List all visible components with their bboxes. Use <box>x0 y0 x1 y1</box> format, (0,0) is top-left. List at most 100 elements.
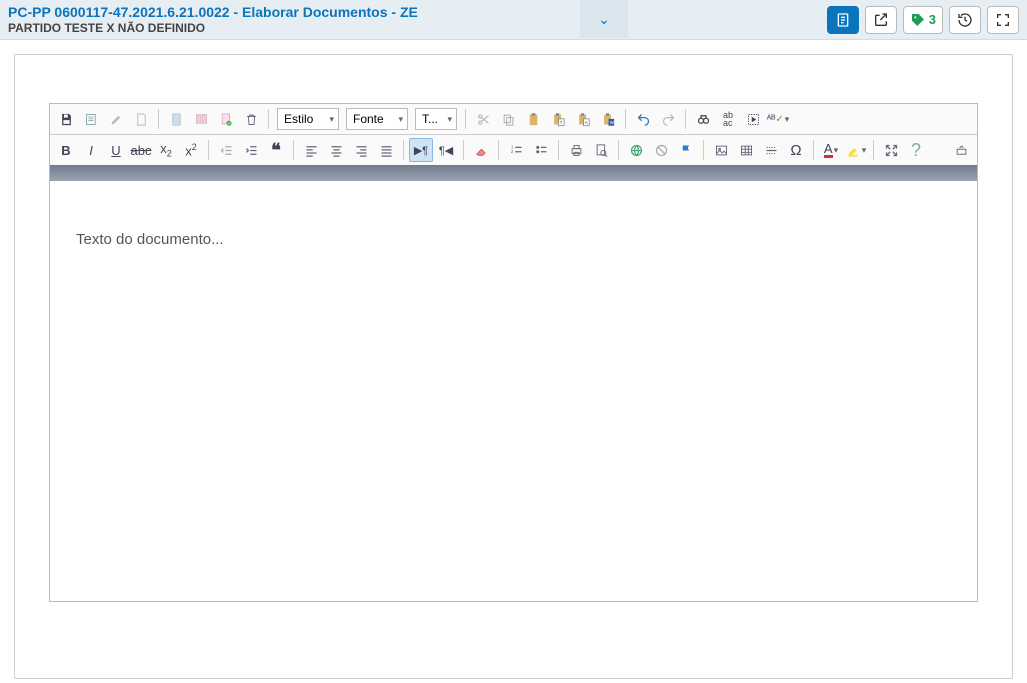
collapse-toolbar-button[interactable] <box>949 138 973 162</box>
redo-icon <box>661 112 676 127</box>
align-right-button[interactable] <box>349 138 373 162</box>
doc-ok-button[interactable] <box>214 107 238 131</box>
anchor-button[interactable] <box>674 138 698 162</box>
document-placeholder: Texto do documento... <box>76 231 951 248</box>
blockquote-button[interactable]: ❝ <box>264 138 288 162</box>
font-combo[interactable]: Fonte <box>346 108 408 130</box>
ltr-icon: ▶¶ <box>414 144 428 157</box>
strike-icon: abc <box>131 143 152 158</box>
tag-button[interactable]: 3 <box>903 6 943 34</box>
find-button[interactable] <box>691 107 715 131</box>
align-justify-icon <box>379 143 394 158</box>
rtl-button[interactable]: ¶◀ <box>434 138 458 162</box>
hr-button[interactable] <box>759 138 783 162</box>
special-char-button[interactable]: Ω <box>784 138 808 162</box>
template-button[interactable] <box>164 107 188 131</box>
indent-button[interactable] <box>239 138 263 162</box>
clipboard-text-icon: T <box>551 112 566 127</box>
style-combo[interactable]: Estilo <box>277 108 339 130</box>
header-left: PC-PP 0600117-47.2021.6.21.0022 - Elabor… <box>8 4 827 35</box>
history-icon <box>957 12 973 28</box>
flag-icon <box>679 143 694 158</box>
separator <box>813 140 814 160</box>
doc-button[interactable] <box>129 107 153 131</box>
align-justify-button[interactable] <box>374 138 398 162</box>
spellcheck-icon: ᴬᴮ✓ <box>767 114 784 125</box>
clipboard-a-icon: A <box>576 112 591 127</box>
book-button[interactable] <box>189 107 213 131</box>
help-icon: ? <box>911 140 921 161</box>
unlink-button[interactable] <box>649 138 673 162</box>
link-button[interactable] <box>624 138 648 162</box>
preview-button[interactable] <box>589 138 613 162</box>
document-area[interactable]: Texto do documento... <box>50 181 977 601</box>
bold-button[interactable]: B <box>54 138 78 162</box>
separator <box>465 109 466 129</box>
editor-card: Estilo Fonte T... T A W abac ᴬᴮ✓▾ B I U … <box>14 54 1013 679</box>
paste-word-button[interactable]: W <box>596 107 620 131</box>
italic-button[interactable]: I <box>79 138 103 162</box>
save-icon <box>59 112 74 127</box>
history-button[interactable] <box>949 6 981 34</box>
bg-color-button[interactable]: ▾ <box>844 138 868 162</box>
table-button[interactable] <box>734 138 758 162</box>
textcolor-icon: A <box>824 143 833 158</box>
header-actions: 3 <box>827 4 1019 35</box>
process-title[interactable]: PC-PP 0600117-47.2021.6.21.0022 - Elabor… <box>8 4 827 20</box>
size-combo[interactable]: T... <box>415 108 457 130</box>
outdent-button[interactable] <box>214 138 238 162</box>
ltr-button[interactable]: ▶¶ <box>409 138 433 162</box>
separator <box>403 140 404 160</box>
preview-icon <box>594 143 609 158</box>
paste-plain-button[interactable]: A <box>571 107 595 131</box>
expand-toggle[interactable]: ⌄ <box>580 0 628 38</box>
cut-button[interactable] <box>471 107 495 131</box>
sign-button[interactable] <box>104 107 128 131</box>
share-button[interactable] <box>865 6 897 34</box>
new-doc-button[interactable] <box>79 107 103 131</box>
superscript-button[interactable]: x2 <box>179 138 203 162</box>
undo-button[interactable] <box>631 107 655 131</box>
align-center-button[interactable] <box>324 138 348 162</box>
bullet-list-button[interactable] <box>529 138 553 162</box>
replace-button[interactable]: abac <box>716 107 740 131</box>
strikethrough-button[interactable]: abc <box>129 138 153 162</box>
maximize-button[interactable] <box>879 138 903 162</box>
trash-button[interactable] <box>239 107 263 131</box>
select-all-icon <box>746 112 761 127</box>
clear-format-button[interactable] <box>469 138 493 162</box>
save-button[interactable] <box>54 107 78 131</box>
separator <box>158 109 159 129</box>
underline-button[interactable]: U <box>104 138 128 162</box>
tag-icon <box>910 12 926 28</box>
svg-text:2: 2 <box>510 149 513 154</box>
paste-text-button[interactable]: T <box>546 107 570 131</box>
spellcheck-button[interactable]: ᴬᴮ✓▾ <box>766 107 790 131</box>
pen-icon <box>109 112 124 127</box>
print-button[interactable] <box>564 138 588 162</box>
fullscreen-button[interactable] <box>987 6 1019 34</box>
paste-button[interactable] <box>521 107 545 131</box>
numbered-list-button[interactable]: 12 <box>504 138 528 162</box>
new-doc-icon <box>84 112 99 127</box>
subscript-button[interactable]: x2 <box>154 138 178 162</box>
align-left-button[interactable] <box>299 138 323 162</box>
redo-button[interactable] <box>656 107 680 131</box>
binoculars-icon <box>696 112 711 127</box>
text-color-button[interactable]: A▾ <box>819 138 843 162</box>
underline-icon: U <box>111 143 120 158</box>
doc-icon <box>134 112 149 127</box>
indent-icon <box>244 143 259 158</box>
select-all-button[interactable] <box>741 107 765 131</box>
help-button[interactable]: ? <box>904 138 928 162</box>
editor-band <box>50 165 977 181</box>
book-icon <box>194 112 209 127</box>
parties-label: PARTIDO TESTE X NÃO DEFINIDO <box>8 21 827 35</box>
eraser-icon <box>474 143 489 158</box>
scissors-icon <box>476 112 491 127</box>
autos-button[interactable] <box>827 6 859 34</box>
fullscreen-icon <box>995 12 1011 28</box>
image-button[interactable] <box>709 138 733 162</box>
maximize-icon <box>884 143 899 158</box>
copy-button[interactable] <box>496 107 520 131</box>
